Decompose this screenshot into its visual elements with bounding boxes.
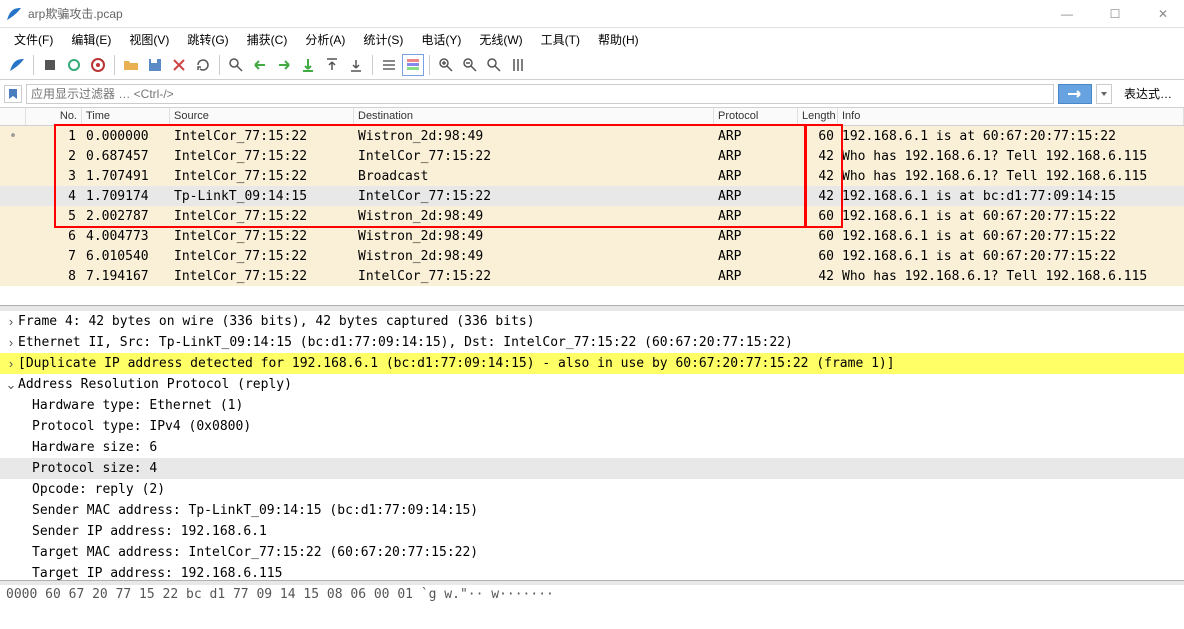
detail-frame[interactable]: ›Frame 4: 42 bytes on wire (336 bits), 4… bbox=[0, 311, 1184, 332]
col-info[interactable]: Info bbox=[838, 108, 1184, 125]
jump-icon[interactable] bbox=[297, 54, 319, 76]
toolbar bbox=[0, 50, 1184, 80]
hex-view[interactable]: 0000 60 67 20 77 15 22 bc d1 77 09 14 15… bbox=[0, 581, 1184, 601]
col-length[interactable]: Length bbox=[798, 108, 838, 125]
filter-dropdown[interactable] bbox=[1096, 84, 1112, 104]
filterbar: 表达式… bbox=[0, 80, 1184, 108]
packet-row[interactable]: 64.004773IntelCor_77:15:22Wistron_2d:98:… bbox=[0, 226, 1184, 246]
start-capture-icon[interactable] bbox=[6, 54, 28, 76]
menu-go[interactable]: 跳转(G) bbox=[179, 29, 236, 50]
detail-field[interactable]: Protocol size: 4 bbox=[0, 458, 1184, 479]
reload-icon[interactable] bbox=[192, 54, 214, 76]
titlebar: arp欺骗攻击.pcap — ☐ ✕ bbox=[0, 0, 1184, 28]
packet-headers: No. Time Source Destination Protocol Len… bbox=[0, 108, 1184, 126]
expression-button[interactable]: 表达式… bbox=[1116, 85, 1180, 102]
col-protocol[interactable]: Protocol bbox=[714, 108, 798, 125]
detail-field[interactable]: Hardware type: Ethernet (1) bbox=[0, 395, 1184, 416]
save-icon[interactable] bbox=[144, 54, 166, 76]
detail-arp[interactable]: ⌄Address Resolution Protocol (reply) bbox=[0, 374, 1184, 395]
minimize-button[interactable]: — bbox=[1052, 7, 1082, 21]
resize-cols-icon[interactable] bbox=[507, 54, 529, 76]
packet-row[interactable]: •10.000000IntelCor_77:15:22Wistron_2d:98… bbox=[0, 126, 1184, 146]
menu-view[interactable]: 视图(V) bbox=[121, 29, 177, 50]
detail-field[interactable]: Target IP address: 192.168.6.115 bbox=[0, 563, 1184, 581]
apply-filter-button[interactable] bbox=[1058, 84, 1092, 104]
detail-field[interactable]: Sender IP address: 192.168.6.1 bbox=[0, 521, 1184, 542]
col-source[interactable]: Source bbox=[170, 108, 354, 125]
menu-edit[interactable]: 编辑(E) bbox=[63, 29, 119, 50]
col-destination[interactable]: Destination bbox=[354, 108, 714, 125]
stop-icon[interactable] bbox=[39, 54, 61, 76]
packet-row[interactable]: 20.687457IntelCor_77:15:22IntelCor_77:15… bbox=[0, 146, 1184, 166]
menu-help[interactable]: 帮助(H) bbox=[590, 29, 647, 50]
close-file-icon[interactable] bbox=[168, 54, 190, 76]
menu-statistics[interactable]: 统计(S) bbox=[355, 29, 411, 50]
menu-wireless[interactable]: 无线(W) bbox=[471, 29, 530, 50]
restart-icon[interactable] bbox=[63, 54, 85, 76]
prev-icon[interactable] bbox=[249, 54, 271, 76]
packet-row[interactable]: 31.707491IntelCor_77:15:22BroadcastARP42… bbox=[0, 166, 1184, 186]
last-icon[interactable] bbox=[345, 54, 367, 76]
col-no[interactable]: No. bbox=[26, 108, 82, 125]
find-icon[interactable] bbox=[225, 54, 247, 76]
zoom-out-icon[interactable] bbox=[459, 54, 481, 76]
packet-row[interactable]: 52.002787IntelCor_77:15:22Wistron_2d:98:… bbox=[0, 206, 1184, 226]
display-filter-input[interactable] bbox=[26, 84, 1054, 104]
close-button[interactable]: ✕ bbox=[1148, 7, 1178, 21]
detail-ethernet[interactable]: ›Ethernet II, Src: Tp-LinkT_09:14:15 (bc… bbox=[0, 332, 1184, 353]
col-time[interactable]: Time bbox=[82, 108, 170, 125]
bookmark-icon[interactable] bbox=[4, 85, 22, 103]
packet-list: No. Time Source Destination Protocol Len… bbox=[0, 108, 1184, 306]
detail-field[interactable]: Target MAC address: IntelCor_77:15:22 (6… bbox=[0, 542, 1184, 563]
colorize-icon[interactable] bbox=[402, 54, 424, 76]
detail-field[interactable]: Hardware size: 6 bbox=[0, 437, 1184, 458]
packet-row[interactable]: 41.709174Tp-LinkT_09:14:15IntelCor_77:15… bbox=[0, 186, 1184, 206]
detail-duplicate-ip[interactable]: ›[Duplicate IP address detected for 192.… bbox=[0, 353, 1184, 374]
window-title: arp欺骗攻击.pcap bbox=[28, 5, 1052, 22]
first-icon[interactable] bbox=[321, 54, 343, 76]
next-icon[interactable] bbox=[273, 54, 295, 76]
zoom-in-icon[interactable] bbox=[435, 54, 457, 76]
menu-tools[interactable]: 工具(T) bbox=[533, 29, 588, 50]
detail-field[interactable]: Opcode: reply (2) bbox=[0, 479, 1184, 500]
menubar: 文件(F) 编辑(E) 视图(V) 跳转(G) 捕获(C) 分析(A) 统计(S… bbox=[0, 28, 1184, 50]
menu-file[interactable]: 文件(F) bbox=[6, 29, 61, 50]
maximize-button[interactable]: ☐ bbox=[1100, 7, 1130, 21]
detail-field[interactable]: Sender MAC address: Tp-LinkT_09:14:15 (b… bbox=[0, 500, 1184, 521]
options-icon[interactable] bbox=[87, 54, 109, 76]
menu-telephony[interactable]: 电话(Y) bbox=[413, 29, 469, 50]
zoom-reset-icon[interactable] bbox=[483, 54, 505, 76]
packet-row[interactable]: 87.194167IntelCor_77:15:22IntelCor_77:15… bbox=[0, 266, 1184, 286]
menu-capture[interactable]: 捕获(C) bbox=[239, 29, 296, 50]
menu-analyze[interactable]: 分析(A) bbox=[297, 29, 353, 50]
packet-row[interactable]: 76.010540IntelCor_77:15:22Wistron_2d:98:… bbox=[0, 246, 1184, 266]
packet-details: ›Frame 4: 42 bytes on wire (336 bits), 4… bbox=[0, 306, 1184, 581]
detail-field[interactable]: Protocol type: IPv4 (0x0800) bbox=[0, 416, 1184, 437]
open-icon[interactable] bbox=[120, 54, 142, 76]
app-icon bbox=[6, 6, 22, 22]
autoscroll-icon[interactable] bbox=[378, 54, 400, 76]
